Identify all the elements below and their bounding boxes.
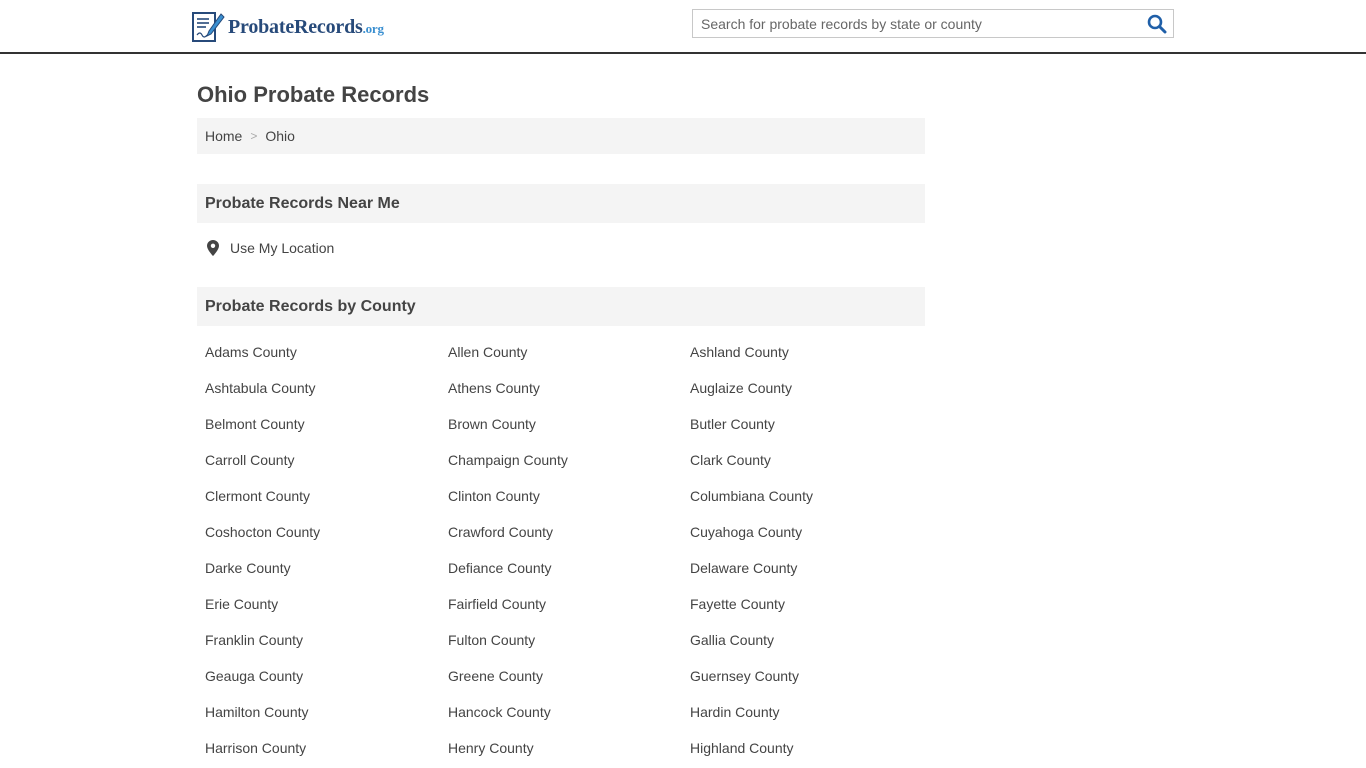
county-list: Adams County Allen County Ashland County As…	[205, 334, 933, 766]
county-link[interactable]: Carroll County	[205, 442, 448, 478]
near-me-heading: Probate Records Near Me	[197, 184, 925, 223]
by-county-heading: Probate Records by County	[197, 287, 925, 326]
breadcrumb-ohio[interactable]: Ohio	[265, 128, 295, 144]
county-link[interactable]: Clinton County	[448, 478, 690, 514]
use-my-location-label: Use My Location	[230, 240, 335, 256]
use-my-location-link[interactable]: Use My Location	[207, 240, 334, 256]
county-link[interactable]: Clark County	[690, 442, 933, 478]
logo-tld-text: .org	[362, 20, 384, 36]
county-link[interactable]: Greene County	[448, 658, 690, 694]
county-link[interactable]: Coshocton County	[205, 514, 448, 550]
search-button[interactable]	[1147, 14, 1167, 34]
county-link[interactable]: Gallia County	[690, 622, 933, 658]
page-title: Ohio Probate Records	[197, 82, 430, 107]
county-link[interactable]: Fulton County	[448, 622, 690, 658]
county-link[interactable]: Butler County	[690, 406, 933, 442]
county-link[interactable]: Auglaize County	[690, 370, 933, 406]
breadcrumb-separator: >	[250, 129, 258, 143]
county-link[interactable]: Brown County	[448, 406, 690, 442]
county-link[interactable]: Hancock County	[448, 694, 690, 730]
county-link[interactable]: Fairfield County	[448, 586, 690, 622]
county-link[interactable]: Crawford County	[448, 514, 690, 550]
breadcrumb: Home > Ohio	[197, 118, 925, 154]
county-link[interactable]: Hardin County	[690, 694, 933, 730]
site-logo[interactable]: ProbateRecords.org	[191, 10, 384, 44]
logo-main-text: ProbateRecords	[228, 15, 363, 38]
county-link[interactable]: Ashland County	[690, 334, 933, 370]
county-link[interactable]: Ashtabula County	[205, 370, 448, 406]
county-link[interactable]: Cuyahoga County	[690, 514, 933, 550]
county-link[interactable]: Columbiana County	[690, 478, 933, 514]
county-link[interactable]: Clermont County	[205, 478, 448, 514]
county-link[interactable]: Harrison County	[205, 730, 448, 766]
county-link[interactable]: Henry County	[448, 730, 690, 766]
search-input[interactable]	[693, 10, 1141, 37]
document-pen-icon	[192, 12, 225, 42]
county-link[interactable]: Allen County	[448, 334, 690, 370]
county-link[interactable]: Darke County	[205, 550, 448, 586]
county-link[interactable]: Guernsey County	[690, 658, 933, 694]
breadcrumb-home[interactable]: Home	[205, 128, 242, 144]
site-header: ProbateRecords.org	[0, 0, 1366, 54]
logo-wordmark: ProbateRecords.org	[228, 16, 384, 39]
county-link[interactable]: Fayette County	[690, 586, 933, 622]
map-pin-icon	[207, 240, 219, 256]
county-link[interactable]: Belmont County	[205, 406, 448, 442]
search-icon	[1147, 14, 1167, 34]
county-link[interactable]: Erie County	[205, 586, 448, 622]
county-link[interactable]: Geauga County	[205, 658, 448, 694]
county-link[interactable]: Highland County	[690, 730, 933, 766]
county-link[interactable]: Delaware County	[690, 550, 933, 586]
county-link[interactable]: Champaign County	[448, 442, 690, 478]
county-link[interactable]: Hamilton County	[205, 694, 448, 730]
county-link[interactable]: Defiance County	[448, 550, 690, 586]
county-link[interactable]: Franklin County	[205, 622, 448, 658]
county-link[interactable]: Adams County	[205, 334, 448, 370]
search-box	[692, 9, 1174, 38]
county-link[interactable]: Athens County	[448, 370, 690, 406]
